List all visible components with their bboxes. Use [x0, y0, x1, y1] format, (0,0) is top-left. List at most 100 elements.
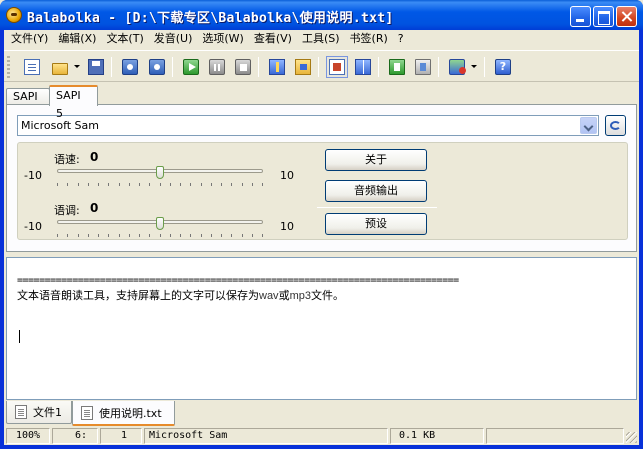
toolbar-grip[interactable]	[7, 56, 10, 78]
slider-tick	[169, 183, 171, 186]
menu-tools[interactable]: 工具(S)	[297, 30, 345, 48]
rate-slider-thumb[interactable]	[156, 166, 164, 179]
separator-line: ========================================…	[17, 275, 459, 286]
toolbar-separator	[172, 57, 173, 77]
preset-button[interactable]: 预设	[325, 213, 427, 235]
slider-tick	[87, 183, 89, 186]
menu-text[interactable]: 文本(T)	[101, 30, 148, 48]
resize-grip[interactable]	[626, 432, 637, 443]
toolbar-separator	[438, 57, 439, 77]
pause-button[interactable]	[206, 56, 228, 78]
slider-tick	[118, 183, 120, 186]
document-icon	[81, 405, 93, 420]
tab-sapi-5[interactable]: SAPI 5	[49, 85, 98, 120]
help-button[interactable]: ?	[492, 56, 514, 78]
description-text: 文本语音朗读工具，支持屏幕上的文字可以保存为	[17, 289, 259, 302]
menu-speech[interactable]: 发音(U)	[149, 30, 198, 48]
slider-tick	[251, 234, 253, 237]
speak-file-icon	[149, 59, 165, 75]
slider-tick	[108, 183, 110, 186]
open-dropdown-arrow[interactable]	[74, 65, 80, 68]
tab-document-usage-label: 使用说明.txt	[99, 406, 162, 420]
menu-help[interactable]: ?	[393, 30, 409, 48]
next-bookmark-button[interactable]	[386, 56, 408, 78]
save-mp3-button[interactable]	[292, 56, 314, 78]
document-icon	[15, 405, 27, 419]
slider-tick	[231, 234, 233, 237]
or-text: 或	[278, 289, 290, 302]
bookmark-gray-icon	[415, 59, 431, 75]
previous-bookmark-button[interactable]	[412, 56, 434, 78]
slider-tick	[77, 234, 79, 237]
chevron-down-icon[interactable]	[580, 117, 597, 134]
slider-tick	[159, 234, 161, 237]
slider-tick	[169, 234, 171, 237]
menu-bookmarks[interactable]: 书签(R)	[345, 30, 393, 48]
save-button[interactable]	[85, 56, 107, 78]
slider-tick	[221, 183, 222, 186]
refresh-icon	[610, 121, 621, 130]
maximize-button[interactable]	[593, 6, 614, 27]
play-icon	[183, 59, 199, 75]
slider-tick	[87, 234, 89, 237]
menu-file[interactable]: 文件(Y)	[6, 30, 53, 48]
save-audio-button[interactable]	[266, 56, 288, 78]
audio-output-button[interactable]: 音频输出	[325, 180, 427, 202]
voice-select[interactable]: Microsoft Sam	[17, 115, 599, 136]
tab-document-usage[interactable]: 使用说明.txt	[72, 401, 175, 426]
slider-tick	[180, 234, 181, 237]
slider-tick	[159, 183, 161, 186]
client-area: 文件(Y) 编辑(X) 文本(T) 发音(U) 选项(W) 查看(V) 工具(S…	[4, 30, 639, 445]
status-extra	[486, 428, 624, 444]
slider-tick	[200, 234, 202, 237]
menu-edit[interactable]: 编辑(X)	[53, 30, 101, 48]
help-icon: ?	[495, 59, 511, 75]
slider-tick	[128, 234, 130, 237]
menu-view[interactable]: 查看(V)	[249, 30, 297, 48]
text-editor[interactable]: ========================================…	[6, 257, 637, 400]
title-bar[interactable]: Balabolka - [D:\下载专区\Balabolka\使用说明.txt]	[0, 0, 643, 30]
save-icon	[88, 59, 104, 75]
play-button[interactable]	[180, 56, 202, 78]
tab-document-1[interactable]: 文件1	[6, 401, 72, 424]
pitch-min-label: -10	[24, 220, 42, 233]
close-button[interactable]	[616, 6, 637, 27]
voice-tools-button[interactable]	[446, 56, 468, 78]
toolbar-separator	[378, 57, 379, 77]
pitch-value: 0	[90, 201, 99, 215]
window-title: Balabolka - [D:\下载专区\Balabolka\使用说明.txt]	[27, 11, 394, 26]
tab-sapi-4[interactable]: SAPI 4	[6, 88, 50, 118]
menu-options[interactable]: 选项(W)	[197, 30, 248, 48]
pitch-slider-thumb[interactable]	[156, 217, 164, 230]
button-divider	[317, 207, 437, 208]
voice-tools-dropdown-arrow[interactable]	[471, 65, 477, 68]
balabolka-app-icon[interactable]	[6, 7, 22, 23]
read-file-button[interactable]	[146, 56, 168, 78]
description-line: 文本语音朗读工具，支持屏幕上的文字可以保存为wav或mp3文件。	[17, 287, 344, 303]
split-icon	[355, 59, 371, 75]
slider-tick	[262, 183, 263, 186]
minimize-button[interactable]	[570, 6, 591, 27]
split-file-button[interactable]	[352, 56, 374, 78]
clipboard-watch-button[interactable]	[326, 56, 348, 78]
new-document-button[interactable]	[21, 56, 43, 78]
slider-tick	[57, 234, 58, 237]
slider-tick	[231, 183, 233, 186]
stop-button[interactable]	[232, 56, 254, 78]
slider-tick	[139, 234, 140, 237]
read-clipboard-button[interactable]	[119, 56, 141, 78]
bookmark-icon	[389, 59, 405, 75]
pause-icon	[209, 59, 225, 75]
slider-tick	[262, 234, 263, 237]
status-voice: Microsoft Sam	[144, 428, 388, 444]
about-button[interactable]: 关于	[325, 149, 427, 171]
wav-text: wav	[259, 290, 279, 302]
refresh-voices-button[interactable]	[605, 115, 626, 136]
toolbar-separator	[484, 57, 485, 77]
open-file-button[interactable]	[49, 56, 71, 78]
tab-document-1-label: 文件1	[33, 406, 62, 419]
slider-tick	[251, 183, 253, 186]
file-text: 文件。	[310, 289, 344, 302]
slider-tick	[98, 234, 99, 237]
status-zoom: 100%	[6, 428, 50, 444]
